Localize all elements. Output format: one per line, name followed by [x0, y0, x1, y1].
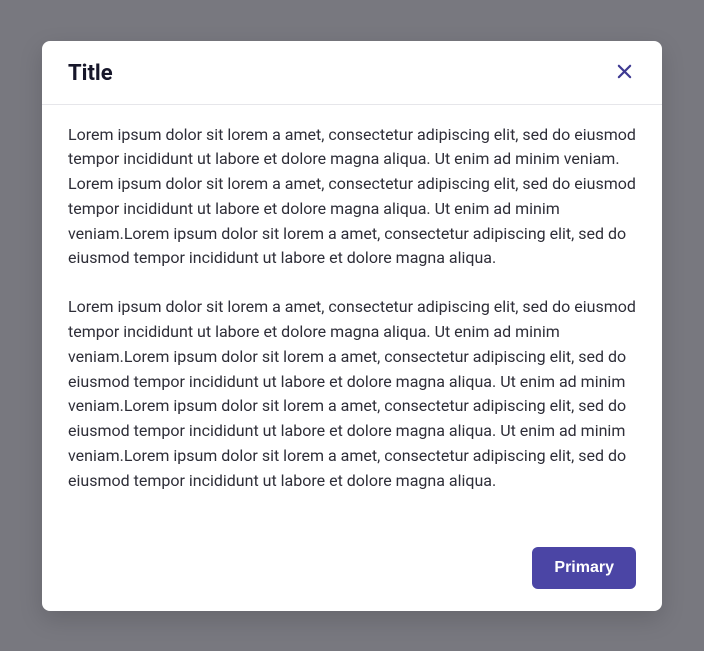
modal-dialog: Title Lorem ipsum dolor sit lorem a amet… [42, 41, 662, 611]
modal-header: Title [42, 41, 662, 105]
close-icon [617, 64, 632, 82]
body-paragraph: Lorem ipsum dolor sit lorem a amet, cons… [68, 123, 636, 272]
close-button[interactable] [612, 61, 636, 85]
modal-scroll-area[interactable]: Lorem ipsum dolor sit lorem a amet, cons… [68, 123, 654, 531]
modal-body: Lorem ipsum dolor sit lorem a amet, cons… [42, 105, 662, 531]
primary-button[interactable]: Primary [532, 547, 636, 589]
modal-footer: Primary [42, 531, 662, 611]
body-paragraph: Lorem ipsum dolor sit lorem a amet, cons… [68, 295, 636, 493]
modal-title: Title [68, 61, 113, 86]
